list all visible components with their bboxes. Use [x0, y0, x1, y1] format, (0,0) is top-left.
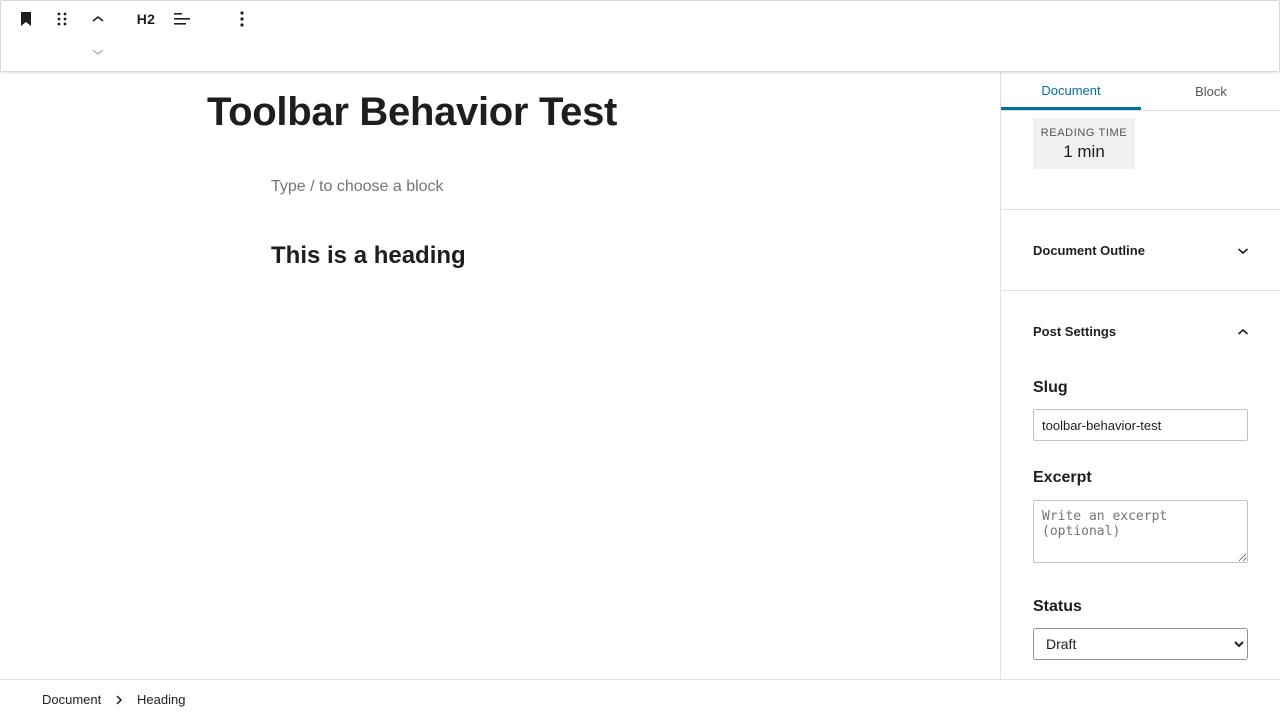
reading-time-card: READING TIME 1 min: [1033, 118, 1135, 169]
more-vertical-icon[interactable]: [229, 5, 255, 33]
reading-time-label: READING TIME: [1040, 127, 1128, 139]
settings-sidebar: Document Block READING TIME 1 min Docume…: [1000, 72, 1280, 679]
breadcrumb-document[interactable]: Document: [42, 692, 101, 707]
document-outline-toggle[interactable]: Document Outline: [1033, 238, 1249, 262]
document-outline-label: Document Outline: [1033, 242, 1145, 258]
status-label: Status: [1033, 598, 1082, 615]
slug-input[interactable]: [1033, 409, 1248, 441]
chevron-right-icon: [113, 692, 125, 708]
tab-block[interactable]: Block: [1141, 72, 1280, 110]
status-select[interactable]: Draft: [1033, 628, 1248, 660]
breadcrumb-heading[interactable]: Heading: [137, 692, 185, 707]
excerpt-textarea[interactable]: [1033, 500, 1248, 563]
chevron-down-icon[interactable]: [85, 41, 111, 63]
post-settings-toggle[interactable]: Post Settings: [1033, 319, 1249, 343]
heading-block[interactable]: This is a heading: [271, 242, 466, 270]
editor-canvas: Toolbar Behavior Test Type / to choose a…: [0, 72, 1000, 679]
chevron-up-icon[interactable]: [85, 5, 111, 33]
excerpt-label: Excerpt: [1033, 469, 1092, 486]
sidebar-tabs: Document Block: [1001, 72, 1280, 111]
post-settings-label: Post Settings: [1033, 323, 1117, 339]
heading-level-button[interactable]: H2: [131, 5, 161, 33]
tab-document[interactable]: Document: [1001, 72, 1141, 110]
chevron-down-icon: [1237, 243, 1249, 258]
bookmark-icon[interactable]: [13, 5, 39, 33]
slug-label: Slug: [1033, 379, 1068, 396]
block-toolbar: H2: [0, 0, 1280, 72]
drag-handle-icon[interactable]: [49, 5, 75, 33]
reading-time-value: 1 min: [1063, 142, 1105, 161]
divider: [1001, 209, 1280, 210]
align-icon[interactable]: [167, 5, 197, 33]
chevron-up-icon: [1237, 324, 1249, 339]
block-appender-placeholder[interactable]: Type / to choose a block: [271, 178, 444, 196]
post-title[interactable]: Toolbar Behavior Test: [207, 90, 617, 135]
divider: [1001, 290, 1280, 291]
breadcrumb: Document Heading: [0, 679, 1280, 720]
